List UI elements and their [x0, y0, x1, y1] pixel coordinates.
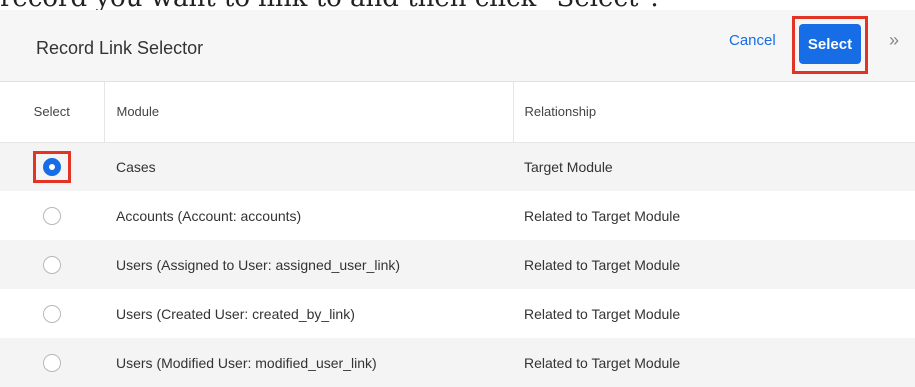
- cancel-button[interactable]: Cancel: [729, 32, 776, 49]
- module-cell: Users (Assigned to User: assigned_user_l…: [104, 240, 513, 289]
- relationship-cell: Target Module: [513, 142, 915, 191]
- column-header-module[interactable]: Module: [104, 82, 514, 143]
- select-button[interactable]: Select: [799, 24, 861, 64]
- column-header-relationship[interactable]: Relationship: [513, 82, 915, 143]
- table-row[interactable]: Accounts (Account: accounts) Related to …: [0, 191, 915, 240]
- table-row[interactable]: Users (Created User: created_by_link) Re…: [0, 289, 915, 338]
- radio-unchecked-icon[interactable]: [43, 206, 61, 225]
- select-cell: [0, 240, 104, 289]
- radio-unchecked-icon[interactable]: [43, 304, 61, 323]
- module-cell: Users (Modified User: modified_user_link…: [104, 338, 513, 387]
- column-header-select: Select: [0, 82, 105, 143]
- radio-checked-icon[interactable]: [43, 157, 61, 176]
- select-cell: [0, 191, 104, 240]
- table-row[interactable]: Users (Assigned to User: assigned_user_l…: [0, 240, 915, 289]
- table-row[interactable]: Cases Target Module: [0, 142, 915, 191]
- module-cell: Accounts (Account: accounts): [116, 207, 302, 224]
- radio-unchecked-icon[interactable]: [43, 255, 61, 274]
- select-cell: [0, 338, 104, 387]
- record-link-table: Select Module Relationship Cases Target …: [0, 82, 915, 387]
- selector-header: Record Link Selector Cancel Select »: [0, 10, 915, 82]
- relationship-cell: Related to Target Module: [513, 338, 915, 387]
- table-header-row: Select Module Relationship: [0, 82, 915, 143]
- module-cell: Cases: [104, 142, 513, 191]
- module-cell: Users (Created User: created_by_link): [116, 305, 355, 322]
- radio-highlight: [33, 150, 71, 183]
- double-chevron-right-icon[interactable]: »: [889, 30, 899, 51]
- page-title: Record Link Selector: [36, 38, 204, 58]
- relationship-cell: Related to Target Module: [524, 305, 681, 322]
- select-cell: [0, 289, 104, 338]
- radio-unchecked-icon[interactable]: [43, 353, 61, 372]
- select-cell: [0, 142, 104, 191]
- relationship-cell: Related to Target Module: [513, 240, 915, 289]
- relationship-cell: Related to Target Module: [524, 207, 681, 224]
- table-row[interactable]: Users (Modified User: modified_user_link…: [0, 338, 915, 387]
